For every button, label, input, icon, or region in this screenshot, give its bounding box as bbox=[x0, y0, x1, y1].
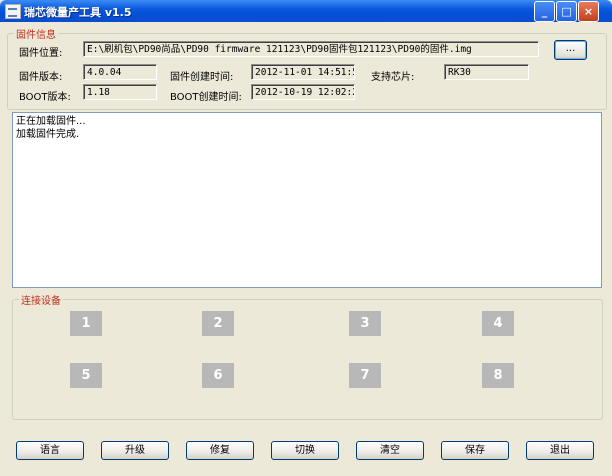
firmware-version-label: 固件版本: bbox=[19, 72, 63, 83]
log-output[interactable]: 正在加载固件... 加载固件完成. bbox=[12, 112, 602, 288]
maximize-button[interactable]: □ bbox=[556, 1, 577, 22]
firmware-location-field[interactable]: E:\刷机包\PD90尚品\PD90 firmware 121123\PD90固… bbox=[83, 41, 539, 57]
device-slot-2: 2 bbox=[202, 311, 234, 336]
clear-button[interactable]: 清空 bbox=[356, 441, 424, 460]
firmware-version-field: 4.0.04 bbox=[83, 64, 157, 80]
device-slot-4: 4 bbox=[482, 311, 514, 336]
log-line: 正在加载固件... bbox=[16, 116, 86, 127]
upgrade-button[interactable]: 升级 bbox=[101, 441, 169, 460]
language-button[interactable]: 语言 bbox=[16, 441, 84, 460]
firmware-location-label: 固件位置: bbox=[19, 48, 63, 59]
log-line: 加载固件完成. bbox=[16, 129, 80, 140]
firmware-create-time-label: 固件创建时间: bbox=[170, 72, 234, 83]
boot-version-label: BOOT版本: bbox=[19, 92, 71, 103]
main-window: 固件信息 固件位置: E:\刷机包\PD90尚品\PD90 firmware 1… bbox=[3, 22, 609, 473]
supported-chip-field: RK30 bbox=[444, 64, 529, 80]
close-button[interactable]: × bbox=[578, 1, 599, 22]
boot-version-field: 1.18 bbox=[83, 84, 157, 100]
supported-chip-label: 支持芯片: bbox=[371, 72, 415, 83]
minimize-button[interactable]: _ bbox=[534, 1, 555, 22]
exit-button[interactable]: 退出 bbox=[526, 441, 594, 460]
boot-create-time-field: 2012-10-19 12:02:25 bbox=[251, 84, 355, 100]
device-slot-8: 8 bbox=[482, 363, 514, 388]
device-slot-3: 3 bbox=[349, 311, 381, 336]
device-slot-1: 1 bbox=[70, 311, 102, 336]
device-slot-5: 5 bbox=[70, 363, 102, 388]
device-slot-6: 6 bbox=[202, 363, 234, 388]
device-slot-7: 7 bbox=[349, 363, 381, 388]
boot-create-time-label: BOOT创建时间: bbox=[170, 92, 242, 103]
firmware-create-time-field: 2012-11-01 14:51:54 bbox=[251, 64, 355, 80]
switch-button[interactable]: 切换 bbox=[271, 441, 339, 460]
repair-button[interactable]: 修复 bbox=[186, 441, 254, 460]
window-title: 瑞芯微量产工具 v1.5 bbox=[24, 6, 132, 19]
app-icon bbox=[5, 4, 21, 19]
connected-devices-title: 连接设备 bbox=[21, 296, 61, 307]
firmware-info-title: 固件信息 bbox=[16, 30, 56, 41]
title-bar: 瑞芯微量产工具 v1.5 _ □ × bbox=[0, 0, 612, 22]
browse-button[interactable]: ... bbox=[554, 40, 587, 60]
save-button[interactable]: 保存 bbox=[441, 441, 509, 460]
